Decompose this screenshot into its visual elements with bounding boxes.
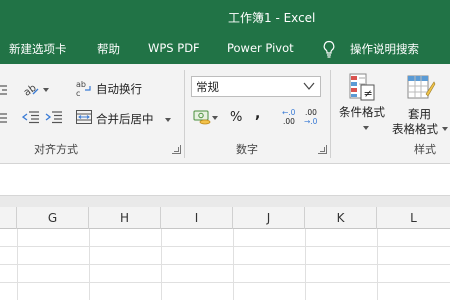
- styles-group-label: 样式: [414, 143, 436, 156]
- conditional-format-button[interactable]: ≠ 条件格式: [336, 70, 390, 136]
- cell-grid[interactable]: [0, 229, 450, 300]
- increase-decimal-button[interactable]: ←.0 .00: [280, 108, 300, 128]
- tab-help[interactable]: 帮助: [97, 41, 120, 57]
- column-gridline: [233, 229, 234, 300]
- merge-center-label[interactable]: 合并后居中: [96, 111, 154, 127]
- format-as-table-button[interactable]: 套用 表格格式: [392, 70, 450, 138]
- percent-style-button[interactable]: %: [230, 110, 242, 125]
- column-header-j[interactable]: J: [233, 207, 305, 229]
- window-title: 工作簿1 - Excel: [228, 11, 316, 25]
- alignment-dialog-launcher[interactable]: [172, 145, 181, 154]
- align-justify-icon[interactable]: [0, 112, 8, 124]
- decrease-decimal-bottom: →.0: [304, 117, 318, 126]
- tab-wps-pdf[interactable]: WPS PDF: [148, 41, 200, 55]
- format-as-table-icon: [407, 75, 436, 99]
- lightbulb-icon[interactable]: [322, 40, 336, 58]
- column-header-k[interactable]: K: [305, 207, 377, 229]
- alignment-group-label: 对齐方式: [34, 143, 78, 156]
- column-header-i[interactable]: I: [161, 207, 233, 229]
- column-header-partial[interactable]: [0, 207, 17, 229]
- wrap-text-icon[interactable]: ab c: [76, 79, 92, 97]
- tell-me-search[interactable]: 操作说明搜索: [350, 41, 419, 57]
- accounting-format-icon[interactable]: [193, 108, 213, 126]
- align-right-icon[interactable]: [0, 84, 8, 96]
- svg-text:ab: ab: [76, 80, 86, 89]
- increase-decimal-bottom: .00: [283, 117, 295, 126]
- title-bar: 工作簿1 - Excel: [0, 0, 450, 34]
- conditional-format-icon: ≠: [349, 73, 375, 101]
- group-divider: [330, 70, 331, 158]
- number-format-value: 常规: [196, 80, 219, 94]
- column-gridline: [89, 229, 90, 300]
- conditional-format-label: 条件格式: [339, 105, 385, 119]
- ribbon: ab ab c 自动换行 合并后居中 对齐方式 常规 % , ←.0 .00 .…: [0, 64, 450, 164]
- increase-indent-icon[interactable]: [45, 110, 63, 124]
- format-table-label-line2: 表格格式: [392, 122, 438, 136]
- row-gridline: [0, 246, 450, 247]
- column-header-h[interactable]: H: [89, 207, 161, 229]
- number-group-label: 数字: [236, 143, 258, 156]
- accounting-dropdown-caret[interactable]: [212, 116, 218, 120]
- svg-text:≠: ≠: [364, 87, 373, 100]
- format-table-caret: [442, 127, 448, 131]
- column-gridline: [17, 229, 18, 300]
- text-orientation-icon[interactable]: ab: [22, 80, 40, 98]
- column-header-g[interactable]: G: [17, 207, 89, 229]
- number-format-dropdown[interactable]: 常规: [191, 76, 321, 97]
- svg-text:c: c: [76, 89, 80, 97]
- number-dialog-launcher[interactable]: [318, 145, 327, 154]
- column-gridline: [161, 229, 162, 300]
- decrease-indent-icon[interactable]: [22, 110, 40, 124]
- orientation-dropdown-caret[interactable]: [43, 88, 49, 92]
- tab-new-tab[interactable]: 新建选项卡: [9, 41, 67, 57]
- column-gridline: [377, 229, 378, 300]
- merge-center-icon[interactable]: [76, 110, 92, 124]
- column-gridline: [305, 229, 306, 300]
- wrap-text-label[interactable]: 自动换行: [96, 81, 142, 97]
- comma-style-button[interactable]: ,: [255, 106, 260, 122]
- conditional-format-caret: [363, 126, 369, 130]
- decrease-decimal-top: .00: [305, 108, 317, 117]
- decrease-decimal-button[interactable]: .00 →.0: [303, 108, 323, 128]
- merge-dropdown-caret[interactable]: [165, 118, 171, 122]
- tab-power-pivot[interactable]: Power Pivot: [227, 41, 294, 55]
- ribbon-tab-row: 新建选项卡 帮助 WPS PDF Power Pivot 操作说明搜索: [0, 34, 450, 64]
- format-table-label-line1: 套用: [408, 107, 431, 121]
- column-header-l[interactable]: L: [377, 207, 450, 229]
- chevron-down-icon: [303, 82, 315, 90]
- row-gridline: [0, 264, 450, 265]
- group-divider: [184, 70, 185, 158]
- formula-bar[interactable]: [0, 165, 450, 195]
- row-gridline: [0, 282, 450, 283]
- formula-bar-separator: [0, 195, 450, 207]
- increase-decimal-top: ←.0: [282, 108, 296, 117]
- column-headers: G H I J K L: [0, 207, 450, 229]
